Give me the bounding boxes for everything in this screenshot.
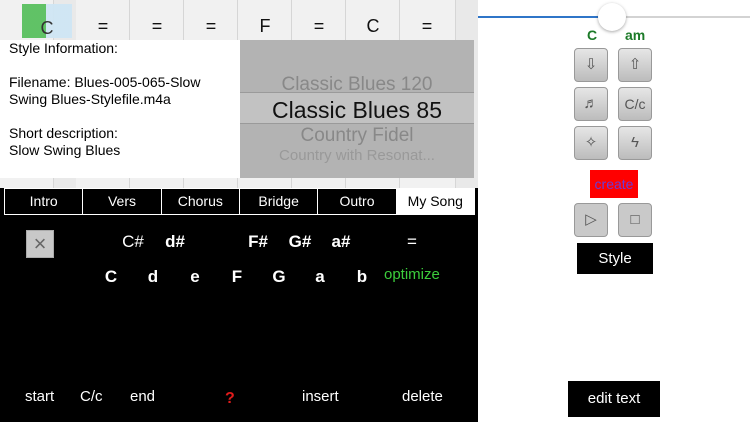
- start-button[interactable]: start: [25, 388, 54, 405]
- picker-item[interactable]: Classic Blues 120: [240, 74, 474, 96]
- picker-item-selected[interactable]: Classic Blues 85: [240, 97, 474, 124]
- grid-cell-label: F: [259, 16, 271, 36]
- play-icon[interactable]: ▷: [574, 203, 608, 237]
- control-panel: C am ⇩ ⇧ ♬ C/c ✧ ϟ create ▷ □ Style edit…: [478, 0, 750, 422]
- style-picker[interactable]: Classic Blues 120 Classic Blues 85 Count…: [240, 40, 474, 178]
- section-tabs: Intro Vers Chorus Bridge Outro My Song: [4, 188, 475, 215]
- chord-key-d[interactable]: d: [138, 267, 168, 287]
- tab-vers[interactable]: Vers: [83, 189, 162, 214]
- tab-intro[interactable]: Intro: [5, 189, 84, 214]
- style-info-heading: Style Information:: [9, 40, 118, 56]
- chord-key-c[interactable]: C: [96, 267, 126, 287]
- chord-key-a-sharp[interactable]: a#: [326, 232, 356, 252]
- picker-item[interactable]: Country Fidel: [240, 125, 474, 147]
- stop-icon[interactable]: □: [618, 203, 652, 237]
- style-info-panel: Style Information: Filename: Blues-005-0…: [0, 40, 240, 178]
- chord-key-a[interactable]: a: [305, 267, 335, 287]
- chord-key-d-sharp[interactable]: d#: [160, 232, 190, 252]
- chord-key-repeat[interactable]: =: [397, 232, 427, 252]
- style-button[interactable]: Style: [577, 243, 653, 274]
- current-chord-label: C: [40, 18, 54, 38]
- style-info-desc: Slow Swing Blues: [9, 142, 121, 158]
- chord-key-c-sharp[interactable]: C#: [118, 232, 148, 252]
- create-button[interactable]: create: [590, 170, 638, 198]
- chord-key-b[interactable]: b: [347, 267, 377, 287]
- grid-cell-label: C: [366, 16, 380, 36]
- notes-icon[interactable]: ♬: [574, 87, 608, 121]
- transpose-up-icon[interactable]: ⇧: [618, 48, 652, 82]
- key-major-label[interactable]: C: [587, 27, 597, 43]
- tab-chorus[interactable]: Chorus: [162, 189, 240, 214]
- tempo-slider-thumb[interactable]: [598, 3, 626, 31]
- lightning-icon[interactable]: ϟ: [618, 126, 652, 160]
- key-minor-label[interactable]: am: [625, 27, 645, 43]
- tab-bridge[interactable]: Bridge: [240, 189, 319, 214]
- end-button[interactable]: end: [130, 388, 155, 405]
- optimize-button[interactable]: optimize: [384, 266, 440, 283]
- chord-key-e[interactable]: e: [180, 267, 210, 287]
- cc-button[interactable]: C/c: [80, 388, 103, 405]
- edit-text-button[interactable]: edit text: [568, 381, 660, 417]
- close-icon[interactable]: ×: [26, 230, 54, 258]
- magic-wand-icon[interactable]: ✧: [574, 126, 608, 160]
- chord-key-g[interactable]: G: [264, 267, 294, 287]
- cc-toggle-button[interactable]: C/c: [618, 87, 652, 121]
- tab-my-song[interactable]: My Song: [396, 189, 474, 214]
- transpose-down-icon[interactable]: ⇩: [574, 48, 608, 82]
- insert-button[interactable]: insert: [302, 388, 339, 405]
- delete-button[interactable]: delete: [402, 388, 443, 405]
- grid-cell-label: =: [205, 16, 217, 36]
- main-panel: = = = F = C = C Style Information: Filen…: [0, 0, 478, 422]
- chord-grid: = = = F = C = C Style Information: Filen…: [0, 0, 478, 188]
- tempo-slider-track-remaining[interactable]: [614, 16, 750, 18]
- help-icon[interactable]: ?: [225, 390, 235, 408]
- grid-cell-label: =: [313, 16, 325, 36]
- picker-item[interactable]: Country with Resonat...: [240, 147, 474, 164]
- style-info-desc-label: Short description:: [9, 125, 118, 141]
- chord-key-f-sharp[interactable]: F#: [243, 232, 273, 252]
- grid-cell-label: =: [421, 16, 433, 36]
- tab-outro[interactable]: Outro: [318, 189, 397, 214]
- chord-key-f[interactable]: F: [222, 267, 252, 287]
- grid-cell-label: =: [151, 16, 163, 36]
- style-info-filename: Filename: Blues-005-065-Slow Swing Blues…: [9, 74, 201, 107]
- chord-key-g-sharp[interactable]: G#: [285, 232, 315, 252]
- grid-cell-label: =: [97, 16, 109, 36]
